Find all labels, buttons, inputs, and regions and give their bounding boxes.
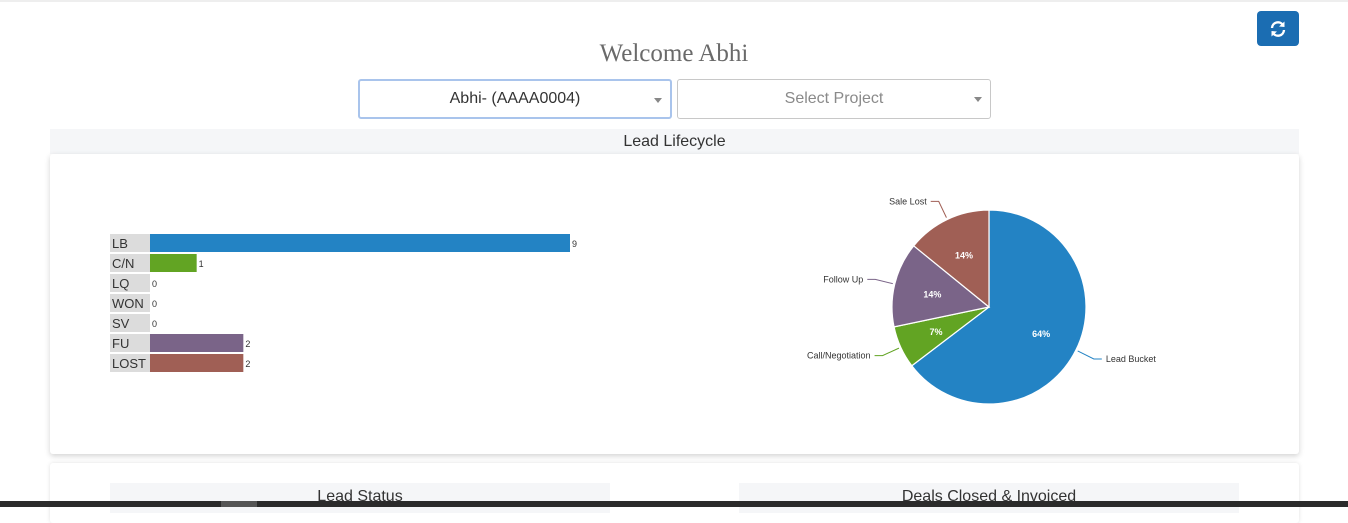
- bar-category-label: FU: [112, 336, 129, 351]
- pie-category-label: Sale Lost: [889, 196, 927, 206]
- chevron-down-icon: [654, 98, 662, 103]
- bar-category-label: LOST: [112, 356, 146, 371]
- bar-category-label: LQ: [112, 276, 129, 291]
- pie-category-label: Lead Bucket: [1106, 354, 1157, 364]
- refresh-icon: [1270, 20, 1286, 37]
- bar: [150, 254, 197, 272]
- lead-lifecycle-card: LB 9 C/N 1 LQ 0 WON 0 SV 0 FU 2 LOST 2 64% Lead Bucket…: [50, 154, 1299, 454]
- bar-value-label: 1: [199, 259, 204, 269]
- pie-category-label: Call/Negotiation: [807, 351, 871, 361]
- lead-status-title: Lead Status: [110, 483, 610, 513]
- pie-percent-label: 14%: [923, 289, 941, 299]
- pie-category-label: Follow Up: [823, 274, 863, 284]
- project-select[interactable]: Select Project: [677, 79, 991, 119]
- horizontal-scrollbar[interactable]: [0, 501, 1348, 507]
- pie-leader-line: [867, 278, 893, 285]
- bar: [150, 354, 244, 372]
- welcome-heading: Welcome Abhi: [599, 40, 749, 67]
- bar-value-label: 0: [152, 279, 157, 289]
- pie-percent-label: 14%: [955, 250, 973, 260]
- bar-value-label: 2: [245, 359, 250, 369]
- pie-leader-line: [1077, 350, 1102, 360]
- bar-category-label: LB: [112, 236, 128, 251]
- bar: [150, 234, 570, 252]
- bar-value-label: 9: [572, 239, 577, 249]
- bar-category-label: WON: [112, 296, 144, 311]
- user-select-value: Abhi- (AAAA0004): [449, 90, 581, 107]
- project-select-placeholder: Select Project: [784, 90, 884, 107]
- scrollbar-thumb[interactable]: [221, 501, 257, 507]
- lead-lifecycle-pie-chart: 64% Lead Bucket 7% Call/Negotiation 14% Follo…: [807, 196, 1157, 405]
- pie-leader-line: [930, 200, 947, 218]
- lead-lifecycle-bar-chart: LB 9 C/N 1 LQ 0 WON 0 SV 0 FU 2 LOST 2: [110, 234, 577, 372]
- deals-closed-title: Deals Closed & Invoiced: [739, 483, 1239, 513]
- bar-category-label: SV: [112, 316, 130, 331]
- bar-value-label: 0: [152, 319, 157, 329]
- pie-leader-line: [874, 347, 900, 357]
- top-border: [0, 0, 1348, 2]
- user-select[interactable]: Abhi- (AAAA0004): [358, 79, 672, 119]
- bar-value-label: 0: [152, 299, 157, 309]
- bar: [150, 334, 244, 352]
- pie-percent-label: 64%: [1032, 329, 1050, 339]
- bar-category-label: C/N: [112, 256, 134, 271]
- pie-percent-label: 7%: [930, 327, 943, 337]
- chevron-down-icon: [974, 97, 982, 102]
- bar-value-label: 2: [245, 339, 250, 349]
- lead-lifecycle-title: Lead Lifecycle: [50, 129, 1299, 154]
